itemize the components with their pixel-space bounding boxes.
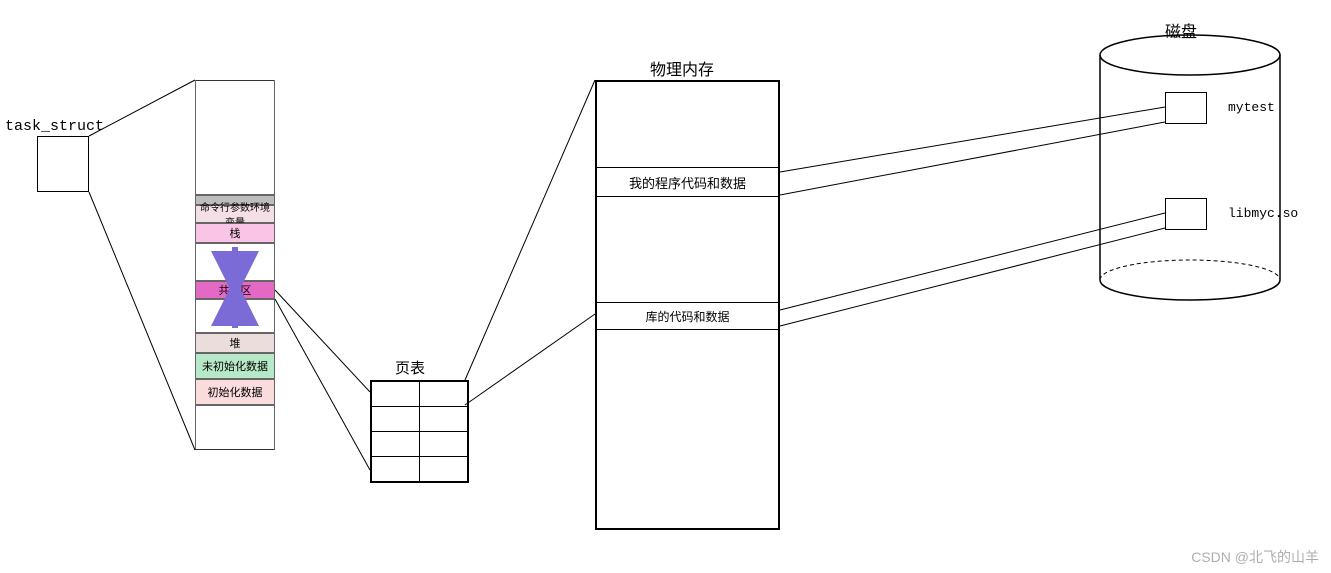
phys-row-mycode: 我的程序代码和数据 — [597, 167, 778, 197]
watermark: CSDN @北飞的山羊 — [1191, 547, 1319, 567]
phys-mem-box: 我的程序代码和数据 库的代码和数据 — [595, 80, 780, 530]
addr-seg-blank-bottom — [195, 405, 275, 450]
disk-title: 磁盘 — [1165, 18, 1197, 42]
phys-mem-title: 物理内存 — [650, 56, 714, 80]
phys-row-libcode: 库的代码和数据 — [597, 302, 778, 330]
addr-seg-bss: 未初始化数据 — [195, 353, 275, 379]
addr-seg-heap: 堆 — [195, 333, 275, 353]
task-struct-label: task_struct — [5, 118, 104, 135]
disk-file2-label: libmyc.so — [1228, 206, 1298, 221]
addr-seg-gap2 — [195, 299, 275, 333]
disk-file1-box — [1165, 92, 1207, 124]
addr-seg-data: 初始化数据 — [195, 379, 275, 405]
disk-file1-label: mytest — [1228, 100, 1275, 115]
task-struct-box — [37, 136, 89, 192]
addr-seg-gap1 — [195, 243, 275, 281]
addr-seg-blank-top — [195, 80, 275, 195]
page-table-title: 页表 — [395, 357, 425, 378]
disk-file2-box — [1165, 198, 1207, 230]
addr-seg-shared: 共享区 — [195, 281, 275, 299]
addr-seg-cmdline: 命令行参数环境变量 — [195, 205, 275, 223]
page-table — [370, 380, 469, 483]
addr-seg-stack: 栈 — [195, 223, 275, 243]
